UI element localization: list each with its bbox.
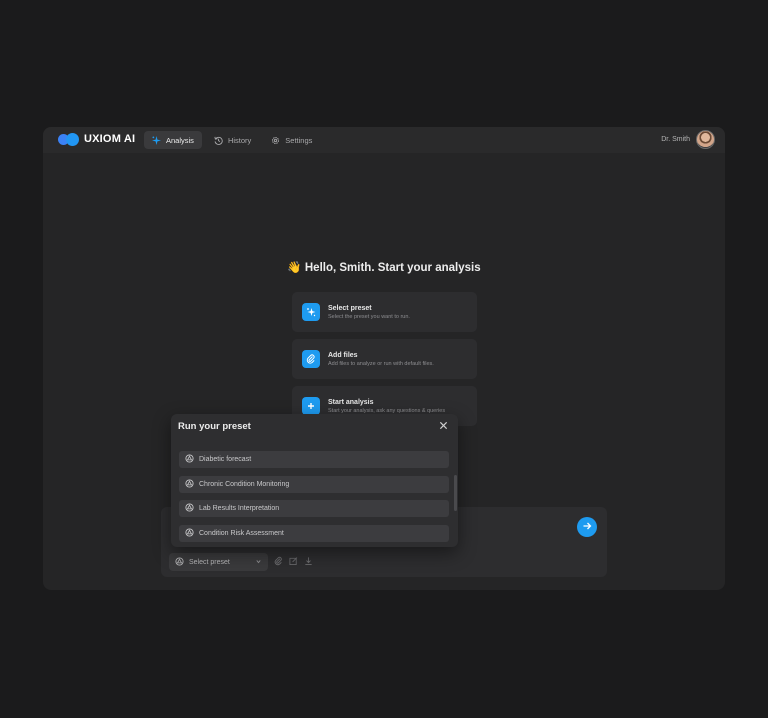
gear-icon <box>271 136 280 145</box>
preset-label: Condition Risk Assessment <box>199 529 284 537</box>
composer-tools <box>274 556 313 567</box>
nav-tab-analysis-label: Analysis <box>166 135 194 145</box>
plus-icon <box>302 397 320 415</box>
step-subtitle: Add files to analyze or run with default… <box>328 360 434 367</box>
preset-icon <box>175 556 184 568</box>
preset-select-label: Select preset <box>189 558 230 566</box>
step-title: Add files <box>328 351 358 359</box>
arrow-right-icon <box>582 518 592 536</box>
step-title: Start analysis <box>328 398 374 406</box>
chevron-down-icon <box>255 558 262 567</box>
brand-logo[interactable]: UXIOM AI <box>58 132 135 146</box>
nav-tab-history-label: History <box>227 135 252 145</box>
preset-list: Diabetic forecast Chronic Condition Moni… <box>179 451 449 549</box>
preset-icon <box>185 527 194 539</box>
sparkle-icon <box>302 303 320 321</box>
close-button[interactable] <box>438 421 448 431</box>
nav-tab-history[interactable]: History <box>206 131 259 149</box>
list-item[interactable]: Diabetic forecast <box>179 451 449 468</box>
send-button[interactable] <box>577 517 597 537</box>
nav-tab-analysis[interactable]: Analysis <box>144 131 202 149</box>
step-subtitle: Select the preset you want to run. <box>328 313 410 320</box>
preset-label: Chronic Condition Monitoring <box>199 480 290 488</box>
step-title: Select preset <box>328 304 372 312</box>
user-menu[interactable]: Dr. Smith <box>661 130 715 149</box>
step-add-files[interactable]: Add files Add files to analyze or run wi… <box>292 339 477 379</box>
list-item[interactable]: Chronic Condition Monitoring <box>179 475 449 493</box>
preset-label: Diabetic forecast <box>199 456 252 463</box>
brand-name: UXIOM AI <box>84 133 136 145</box>
main-nav: Analysis History Settings <box>144 131 320 149</box>
avatar[interactable] <box>696 130 715 149</box>
sparkle-icon <box>152 135 161 145</box>
paperclip-icon <box>274 553 283 571</box>
download-icon <box>304 553 313 571</box>
scrollbar[interactable] <box>454 475 457 511</box>
run-preset-dialog: Run your preset Diabetic forecast Chroni… <box>171 414 458 547</box>
paperclip-icon <box>302 350 320 368</box>
user-name: Dr. Smith <box>661 136 690 143</box>
page-title: 👋 Hello, Smith. Start your analysis <box>287 262 481 274</box>
edit-icon <box>289 553 298 571</box>
preset-icon <box>185 503 194 514</box>
attach-file-button[interactable] <box>274 556 283 567</box>
preset-icon <box>185 454 194 465</box>
list-item[interactable]: Condition Risk Assessment <box>179 524 449 542</box>
top-bar: UXIOM AI Analysis History Settings Dr. S… <box>43 127 725 153</box>
step-subtitle: Start your analysis, ask any questions &… <box>328 407 446 414</box>
list-item[interactable]: Lab Results Interpretation <box>179 500 449 517</box>
preset-select[interactable]: Select preset <box>169 553 268 571</box>
preset-label: Lab Results Interpretation <box>199 505 280 512</box>
download-button[interactable] <box>304 557 313 567</box>
preset-icon <box>185 478 194 490</box>
dialog-title: Run your preset <box>178 421 251 432</box>
close-icon <box>439 417 448 435</box>
edit-button[interactable] <box>289 557 298 567</box>
nav-tab-settings-label: Settings <box>285 135 313 145</box>
nav-tab-settings[interactable]: Settings <box>263 131 320 149</box>
history-icon <box>214 136 223 145</box>
step-select-preset[interactable]: Select preset Select the preset you want… <box>292 292 477 332</box>
logo-mark-icon <box>58 132 79 146</box>
